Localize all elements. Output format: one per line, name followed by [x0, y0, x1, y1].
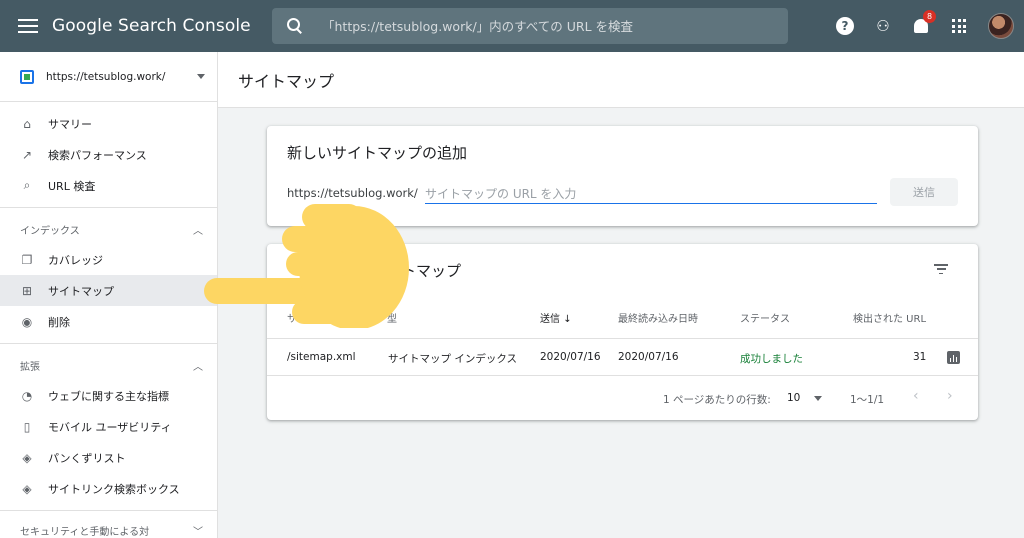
sidebar-item-label: サイトマップ — [48, 284, 114, 298]
cell-last-read: 2020/07/16 — [618, 351, 679, 363]
sitemap-icon: ⊞ — [21, 283, 33, 298]
section-header-enhancements[interactable]: 拡張 ︿ — [0, 350, 217, 380]
add-sitemap-title: 新しいサイトマップの追加 — [287, 144, 468, 162]
column-header-label: 送信 — [540, 314, 560, 325]
menu-icon[interactable] — [18, 19, 38, 33]
column-header-submitted[interactable]: 送信 ↓ — [540, 310, 572, 325]
submit-button[interactable]: 送信 — [890, 178, 958, 206]
column-header-discovered-urls[interactable]: 検出された URL — [853, 310, 926, 325]
column-header-last-read[interactable]: 最終読み込み日時 — [618, 310, 698, 325]
sidebar-item-breadcrumbs[interactable]: ◈ パンくずリスト — [0, 442, 217, 473]
page-title: サイトマップ — [238, 71, 335, 91]
sidebar-item-label: パンくずリスト — [48, 451, 126, 465]
rows-per-page-value: 10 — [787, 392, 801, 404]
chevron-down-icon: ﹀ — [193, 526, 203, 538]
section-header-security[interactable]: セキュリティと手動による対 ﹀ — [0, 515, 217, 538]
help-icon[interactable]: ? — [836, 17, 854, 35]
previous-page-icon[interactable]: ‹ — [913, 388, 919, 404]
home-icon: ⌂ — [23, 116, 31, 131]
sidebar-item-label: サマリー — [48, 117, 92, 131]
table-row[interactable]: /sitemap.xml サイトマップ インデックス 2020/07/16 20… — [267, 338, 978, 376]
sidebar-item-label: 削除 — [48, 315, 70, 329]
layers-icon: ◈ — [22, 481, 32, 496]
rows-per-page-label: 1 ページあたりの行数: — [663, 394, 771, 406]
bell-icon[interactable]: 8 — [912, 10, 936, 35]
submitted-sitemaps-title: トマップ — [401, 262, 462, 280]
arrow-down-icon: ↓ — [563, 314, 572, 325]
cell-sitemap: /sitemap.xml — [287, 351, 356, 363]
search-icon: ⌕ — [23, 178, 31, 192]
sitemap-url-input[interactable] — [425, 184, 877, 204]
section-header-index[interactable]: インデックス ︿ — [0, 214, 217, 244]
url-prefix: https://tetsublog.work/ — [287, 186, 418, 200]
page-header: サイトマップ — [218, 52, 1024, 108]
sidebar-item-summary[interactable]: ⌂ サマリー — [0, 108, 217, 139]
sidebar-item-label: URL 検査 — [48, 179, 96, 193]
sidebar-item-label: サイトリンク検索ボックス — [48, 482, 180, 496]
avatar[interactable] — [988, 13, 1014, 39]
apps-icon[interactable] — [950, 17, 968, 35]
sidebar-item-sitelinks-searchbox[interactable]: ◈ サイトリンク検索ボックス — [0, 473, 217, 504]
cell-discovered-urls: 31 — [913, 351, 927, 363]
sidebar-item-performance[interactable]: ↗ 検索パフォーマンス — [0, 139, 217, 170]
search-icon[interactable] — [286, 17, 304, 35]
nav-group-main: ⌂ サマリー ↗ 検索パフォーマンス ⌕ URL 検査 — [0, 102, 217, 208]
url-inspection-search[interactable] — [272, 8, 788, 44]
chevron-up-icon: ︿ — [193, 225, 203, 237]
sidebar: https://tetsublog.work/ ⌂ サマリー ↗ 検索パフォーマ… — [0, 52, 218, 538]
nav-group-enhancements: 拡張 ︿ ◔ ウェブに関する主な指標 ▯ モバイル ユーザビリティ ◈ パンくず… — [0, 344, 217, 511]
visibility-off-icon: ◉ — [21, 314, 33, 329]
bar-chart-icon[interactable] — [947, 351, 960, 364]
layers-icon: ◈ — [22, 450, 32, 465]
property-selector[interactable]: https://tetsublog.work/ — [0, 52, 217, 102]
property-label: https://tetsublog.work/ — [46, 70, 166, 83]
section-title: インデックス — [20, 225, 80, 237]
trending-up-icon: ↗ — [21, 147, 33, 162]
chevron-down-icon — [814, 395, 823, 401]
next-page-icon[interactable]: › — [947, 388, 953, 404]
top-app-bar: Google Search Console ? ⚇ 8 — [0, 0, 1024, 52]
chevron-down-icon — [197, 74, 205, 79]
property-icon — [20, 69, 34, 84]
cell-status: 成功しました — [740, 353, 803, 365]
app-title[interactable]: Google Search Console — [52, 16, 251, 36]
sidebar-item-mobile-usability[interactable]: ▯ モバイル ユーザビリティ — [0, 411, 217, 442]
section-title: セキュリティと手動による対 — [20, 526, 150, 538]
rows-per-page-select[interactable]: 10 — [787, 392, 823, 404]
column-header-status[interactable]: ステータス — [740, 310, 790, 325]
pagination-range: 1〜1/1 — [850, 394, 885, 406]
copy-icon: ❐ — [21, 252, 33, 267]
sidebar-item-label: モバイル ユーザビリティ — [48, 420, 172, 434]
notification-badge: 8 — [923, 10, 936, 23]
smartphone-icon: ▯ — [23, 419, 31, 434]
submitted-sitemaps-card: トマップ サイトマ 型 送信 ↓ 最終読み込み日時 ステータス 検出された UR… — [267, 244, 978, 420]
cell-submitted: 2020/07/16 — [540, 351, 601, 363]
filter-icon[interactable] — [934, 264, 948, 274]
sidebar-item-label: カバレッジ — [48, 253, 103, 267]
column-header-type[interactable]: 型 — [387, 310, 397, 325]
sidebar-item-core-web-vitals[interactable]: ◔ ウェブに関する主な指標 — [0, 380, 217, 411]
sidebar-item-sitemaps[interactable]: ⊞ サイトマップ — [0, 275, 217, 306]
section-title: 拡張 — [20, 361, 40, 373]
sidebar-item-url-inspection[interactable]: ⌕ URL 検査 — [0, 170, 217, 201]
sidebar-item-removals[interactable]: ◉ 削除 — [0, 306, 217, 337]
sidebar-item-label: ウェブに関する主な指標 — [48, 389, 169, 403]
sidebar-item-label: 検索パフォーマンス — [48, 148, 147, 162]
cell-type: サイトマップ インデックス — [388, 353, 518, 365]
manage-users-icon[interactable]: ⚇ — [874, 17, 892, 35]
nav-group-index: インデックス ︿ ❐ カバレッジ ⊞ サイトマップ ◉ 削除 — [0, 208, 217, 344]
top-actions: ? ⚇ 8 — [836, 0, 1024, 52]
sidebar-item-coverage[interactable]: ❐ カバレッジ — [0, 244, 217, 275]
column-header-sitemap[interactable]: サイトマ — [287, 310, 327, 325]
speed-icon: ◔ — [21, 388, 33, 403]
chevron-up-icon: ︿ — [193, 361, 203, 373]
add-sitemap-card: 新しいサイトマップの追加 https://tetsublog.work/ 送信 — [267, 126, 978, 226]
search-input[interactable] — [322, 18, 762, 34]
